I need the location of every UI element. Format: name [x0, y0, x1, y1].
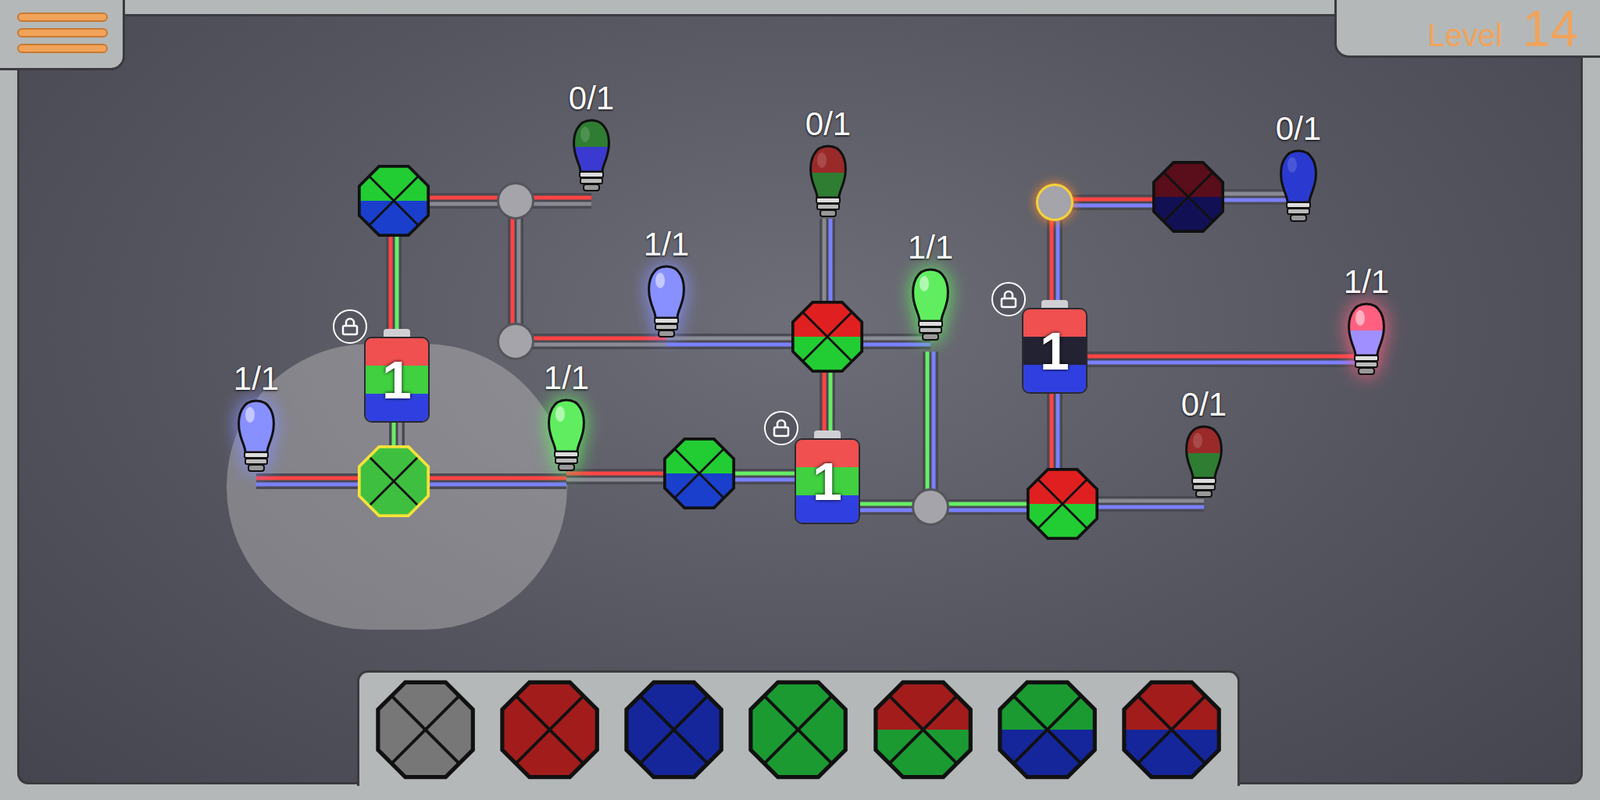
bulb-count: 0/1 — [805, 105, 851, 143]
junction[interactable] — [1035, 183, 1074, 222]
battery: 1 — [1021, 300, 1088, 394]
bulb: 1/1 — [519, 359, 614, 475]
bulb: 1/1 — [883, 228, 978, 345]
bulb-icon — [1342, 300, 1390, 379]
bulb-icon — [804, 142, 852, 222]
bulb-count: 0/1 — [1181, 385, 1227, 424]
filter-slot[interactable] — [1151, 160, 1225, 234]
battery-body: 1 — [1021, 307, 1088, 394]
battery-charge: 1 — [796, 439, 859, 523]
filter-palette — [357, 670, 1240, 786]
bulb: 1/1 — [1319, 263, 1414, 379]
bulb-icon — [907, 266, 954, 345]
board — [17, 14, 1583, 785]
wire — [1085, 356, 1367, 363]
lock-icon — [771, 418, 791, 438]
junction[interactable] — [496, 182, 535, 220]
level-label: Level — [1427, 6, 1503, 65]
filter[interactable] — [1151, 160, 1225, 234]
bulb-count: 1/1 — [1343, 263, 1390, 301]
filter-slot[interactable] — [357, 444, 431, 518]
bulb-count: 1/1 — [233, 360, 279, 398]
bulb-count: 1/1 — [543, 359, 590, 397]
menu-bar — [17, 43, 108, 54]
lock-icon — [999, 289, 1018, 309]
filter[interactable] — [790, 300, 865, 374]
menu-bar — [17, 12, 108, 22]
bulb-icon — [1180, 423, 1228, 502]
bulb-icon — [232, 397, 280, 476]
palette-filter[interactable] — [623, 678, 725, 781]
battery-cap — [383, 328, 411, 337]
bulb-count: 1/1 — [907, 228, 954, 267]
filter-slot[interactable] — [790, 300, 865, 374]
wire — [927, 351, 934, 508]
battery: 1 — [364, 328, 430, 423]
filter[interactable] — [662, 436, 736, 511]
game-screen: Level 14 1 1 1 0/1 0/1 0/1 1/1 1/1 1/1 1/1 1/1 0/1 — [0, 0, 1600, 800]
palette-filter[interactable] — [1121, 678, 1222, 781]
wire — [515, 338, 667, 345]
palette-filter[interactable] — [872, 678, 974, 781]
palette-filter[interactable] — [747, 678, 849, 781]
bulb: 0/1 — [781, 105, 875, 222]
wire — [512, 200, 519, 342]
filter[interactable] — [1025, 467, 1100, 541]
lock-badge — [764, 410, 799, 446]
lock-badge — [991, 282, 1026, 317]
filter[interactable] — [357, 444, 431, 518]
battery-body: 1 — [364, 336, 430, 423]
battery-charge: 1 — [365, 338, 429, 422]
bulb: 0/1 — [1157, 385, 1251, 502]
bulb: 0/1 — [544, 79, 639, 196]
menu-bar — [17, 28, 108, 38]
bulb-icon — [542, 396, 590, 475]
lock-icon — [340, 317, 360, 336]
bulb-icon — [1275, 147, 1322, 226]
palette-filter[interactable] — [499, 678, 600, 781]
bulb: 0/1 — [1251, 110, 1346, 226]
bulb-icon — [642, 263, 690, 342]
battery-charge: 1 — [1023, 309, 1086, 393]
menu-button[interactable] — [17, 10, 108, 55]
bulb-count: 0/1 — [1275, 110, 1322, 148]
palette-filter[interactable] — [375, 678, 476, 781]
filter-slot[interactable] — [357, 164, 431, 238]
bulb-count: 1/1 — [643, 225, 690, 264]
battery-cap — [1041, 300, 1068, 308]
filter-slot[interactable] — [662, 436, 736, 511]
battery-body: 1 — [794, 438, 861, 525]
junction[interactable] — [911, 488, 950, 526]
filter-slot[interactable] — [1025, 467, 1100, 541]
filter[interactable] — [357, 164, 431, 238]
level-number: 14 — [1522, 0, 1579, 58]
bulb-count: 0/1 — [568, 79, 615, 118]
level-indicator: Level 14 — [1427, 0, 1579, 65]
palette-filter[interactable] — [996, 678, 1098, 781]
junction[interactable] — [496, 322, 535, 361]
battery: 1 — [794, 430, 861, 525]
bulb-icon — [567, 117, 615, 196]
bulb: 1/1 — [619, 225, 714, 342]
lock-badge — [332, 309, 368, 344]
battery-cap — [814, 430, 841, 439]
bulb: 1/1 — [209, 360, 304, 476]
